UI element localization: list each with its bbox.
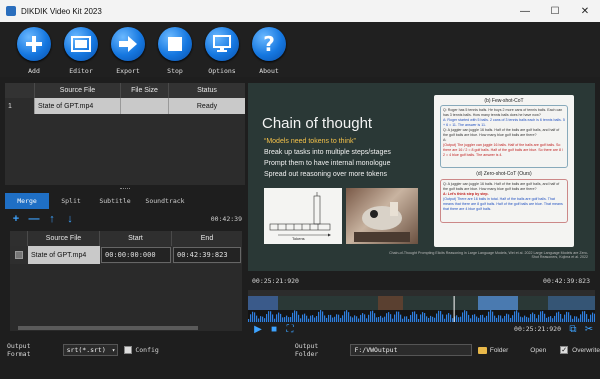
monitor-icon (205, 27, 239, 61)
segment-table: Source File Start End State of GPT.mp4 0… (10, 231, 242, 331)
slide-quote: “Models need tokens to think” (264, 138, 356, 145)
window-title: DIKDIK Video Kit 2023 (21, 6, 102, 16)
move-up-icon[interactable]: ↑ (46, 213, 58, 225)
total-time: 00:42:39:823 (543, 277, 590, 285)
horizontal-scrollbar[interactable] (10, 325, 242, 331)
tab-split[interactable]: Split (49, 193, 93, 209)
output-folder-field[interactable]: F:/VWOutput (350, 344, 472, 356)
remove-segment-icon[interactable]: — (28, 213, 40, 225)
table-row[interactable]: State of GPT.mp4 00:00:00:000 00:42:39:8… (10, 246, 242, 264)
app-icon (6, 6, 16, 16)
folder-button[interactable]: Folder (490, 347, 508, 354)
close-icon[interactable]: ✕ (570, 0, 600, 22)
current-time: 00:25:21:920 (252, 277, 299, 285)
folder-icon (477, 346, 487, 354)
slide-line: Spread out reasoning over more tokens (264, 171, 387, 178)
row-index: 1 (5, 98, 35, 114)
add-segment-icon[interactable]: + (10, 213, 22, 225)
tokens-label: Tokens (292, 236, 305, 241)
tokens-diagram: Tokens (264, 188, 342, 244)
title-bar: DIKDIK Video Kit 2023 — ☐ ✕ (0, 0, 600, 22)
main-toolbar: Add Editor Export Stop Options ? About (0, 22, 600, 77)
segment-file-cell: State of GPT.mp4 (28, 246, 100, 264)
table-row[interactable]: 1 State of GPT.mp4 Ready (5, 98, 245, 114)
col-source-file[interactable]: Source File (35, 83, 121, 98)
maximize-icon[interactable]: ☐ (540, 0, 570, 22)
robot-photo (346, 188, 418, 244)
tab-soundtrack[interactable]: Soundtrack (137, 193, 193, 209)
fit-icon[interactable]: ⛶ (284, 323, 296, 335)
slide-line: Break up tasks into multiple steps/stage… (264, 149, 391, 156)
tab-bar: Merge Split Subtitle Soundtrack (5, 193, 245, 209)
tab-subtitle[interactable]: Subtitle (93, 193, 137, 209)
file-list-header: Source File File Size Status (5, 83, 245, 98)
paper-caption: (d) Zero-shot-CoT (Ours) (476, 171, 532, 177)
col-file-size[interactable]: File Size (121, 83, 169, 98)
stop-icon (158, 27, 192, 61)
file-name-cell: State of GPT.mp4 (35, 98, 121, 114)
col-source-file[interactable]: Source File (28, 231, 100, 246)
tab-merge[interactable]: Merge (5, 193, 49, 209)
col-end[interactable]: End (172, 231, 242, 246)
config-checkbox[interactable] (124, 346, 133, 354)
arrow-right-icon (111, 27, 145, 61)
about-button[interactable]: ? About (247, 22, 291, 77)
slide-line: Prompt them to have internal monologue (264, 160, 391, 167)
output-folder-label: Output Folder (294, 342, 319, 358)
export-button[interactable]: Export (106, 22, 150, 77)
options-button[interactable]: Options (200, 22, 244, 77)
play-icon[interactable]: ▶ (252, 323, 264, 335)
splitter-grip[interactable] (120, 188, 130, 190)
add-button[interactable]: Add (12, 22, 56, 77)
segment-command-row: + — ↑ ↓ 00:42:39 (10, 212, 242, 226)
output-format-select[interactable]: srt(*.srt) ▾ (62, 344, 119, 356)
total-duration: 00:42:39 (210, 215, 242, 223)
timeline-track[interactable] (248, 296, 595, 322)
video-frame: Chain of thought “Models need tokens to … (248, 83, 595, 271)
output-format-label: Output Format (7, 342, 31, 358)
overwrite-checkbox[interactable]: ✓ (560, 346, 569, 354)
playback-bar: ▶ ■ ⛶ 00:25:21:920 ⧉ ✂ (248, 322, 595, 336)
window-controls: — ☐ ✕ (510, 0, 600, 22)
plus-icon (17, 27, 51, 61)
output-bar: Output Format srt(*.srt) ▾ Config Output… (0, 340, 600, 360)
play-time: 00:25:21:920 (514, 325, 561, 333)
col-status[interactable]: Status (169, 83, 245, 98)
minimize-icon[interactable]: — (510, 0, 540, 22)
file-list-table: Source File File Size Status 1 State of … (5, 83, 245, 185)
zero-shot-box: Q: A juggler can juggle 16 balls. Half o… (440, 179, 568, 223)
move-down-icon[interactable]: ↓ (64, 213, 76, 225)
open-button[interactable]: Open (530, 347, 546, 354)
config-label: Config (135, 346, 159, 354)
few-shot-box: Q: Roger has 5 tennis balls. He buys 2 m… (440, 105, 568, 168)
paper-caption: (b) Few-shot-CoT (484, 98, 524, 104)
video-preview[interactable]: Chain of thought “Models need tokens to … (248, 83, 595, 271)
editor-button[interactable]: Editor (59, 22, 103, 77)
cut-icon[interactable]: ✂ (583, 323, 595, 335)
film-icon (64, 27, 98, 61)
file-size-cell (121, 98, 169, 114)
snapshot-icon[interactable]: ⧉ (567, 323, 579, 335)
end-time-field[interactable]: 00:42:39:823 (173, 247, 241, 263)
stop-icon[interactable]: ■ (268, 323, 280, 335)
stop-button[interactable]: Stop (153, 22, 197, 77)
slide-title: Chain of thought (262, 115, 373, 132)
question-icon: ? (252, 27, 286, 61)
start-time-field[interactable]: 00:00:00:000 (101, 247, 171, 263)
status-cell: Ready (196, 102, 218, 110)
col-start[interactable]: Start (100, 231, 172, 246)
row-checkbox[interactable] (15, 251, 23, 259)
slide-citation: Chain-of-Thought Prompting Elicits Reaso… (389, 251, 588, 259)
chevron-down-icon: ▾ (111, 346, 116, 354)
segment-header: Source File Start End (10, 231, 242, 246)
overwrite-label: Overwrite (572, 346, 600, 354)
paper-figure: (b) Few-shot-CoT Q: Roger has 5 tennis b… (434, 95, 574, 247)
